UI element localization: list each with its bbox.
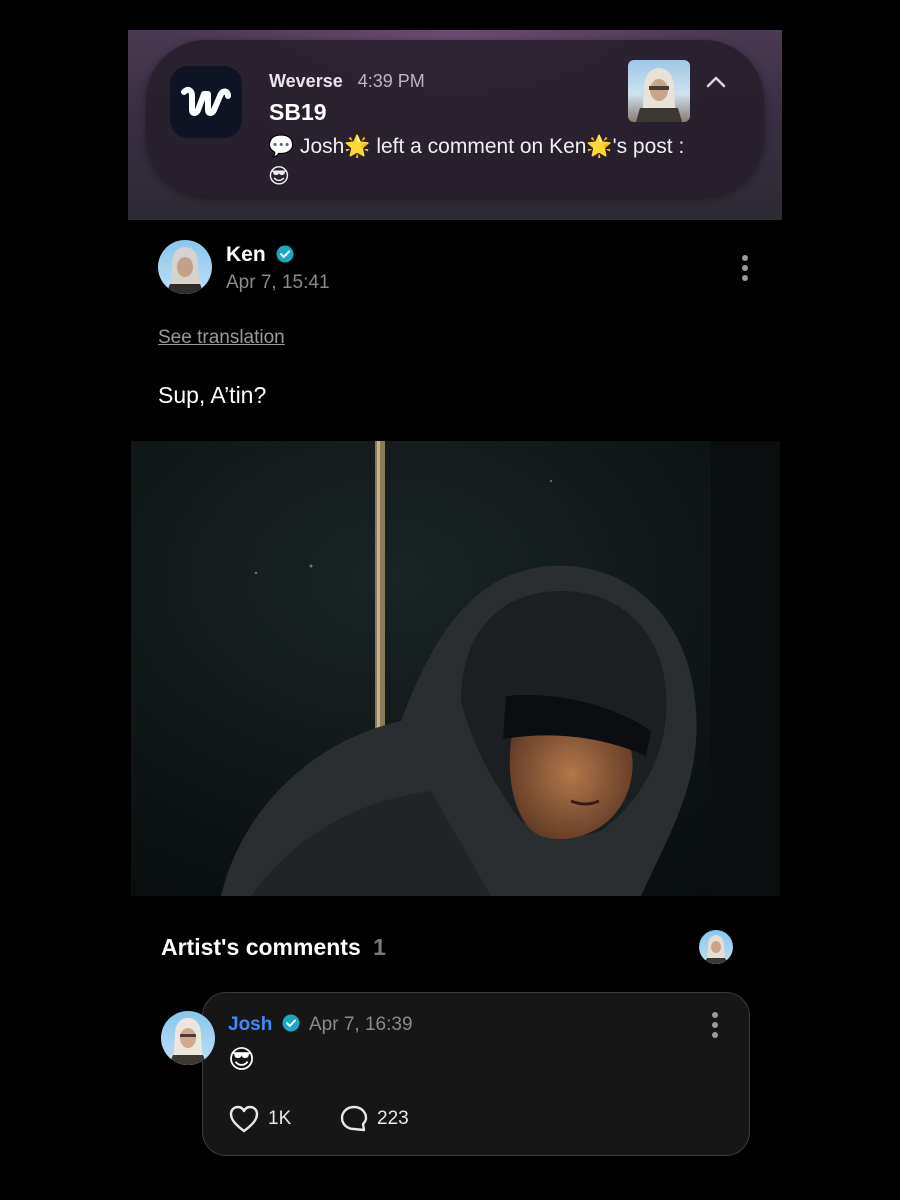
notification-app-name: Weverse [269,71,343,91]
chevron-up-icon[interactable] [702,68,730,96]
post-photo[interactable] [131,441,780,896]
notification-title: SB19 [269,99,327,125]
post-author[interactable]: Ken [226,243,294,267]
comment-more-icon[interactable] [703,1007,727,1043]
notification-meta: Weverse 4:39 PM [269,71,425,92]
post-text: Sup, A’tin? [158,382,267,408]
post-author-name[interactable]: Ken [226,243,266,266]
artist-comments-avatar[interactable] [699,930,733,964]
weverse-logo-icon [181,86,231,116]
post-more-icon[interactable] [733,250,757,286]
notification-card[interactable]: Weverse 4:39 PM SB19 💬 Josh🌟 left a comm… [146,40,764,196]
ken-avatar[interactable] [158,240,212,294]
like-count: 1K [268,1108,292,1129]
comment-date: Apr 7, 16:39 [309,1014,413,1035]
artist-comments-heading: Artist's comments 1 [161,934,386,961]
notification-time: 4:39 PM [357,71,425,91]
post-date: Apr 7, 15:41 [226,272,330,293]
comment-text: 😎 [228,1044,256,1074]
notification-body-line: 💬 Josh🌟 left a comment on Ken🌟's post : [268,135,685,158]
see-translation-link[interactable]: See translation [158,327,285,349]
josh-avatar[interactable] [161,1011,215,1065]
heart-icon [229,1105,259,1133]
artist-comments-title: Artist's comments [161,934,361,960]
notification-body-emoji: 😎 [268,165,290,188]
reply-button[interactable]: 223 [339,1102,409,1136]
notification-body: 💬 Josh🌟 left a comment on Ken🌟's post : … [268,132,728,192]
reply-count: 223 [377,1108,409,1129]
notification-thumbnail [628,60,690,122]
like-button[interactable]: 1K [228,1102,291,1136]
verified-badge-icon [282,1014,300,1032]
weverse-app-icon [170,66,242,138]
comment-author[interactable]: Josh [228,1014,300,1036]
comment-author-name[interactable]: Josh [228,1014,272,1035]
artist-comments-count: 1 [373,934,386,960]
verified-badge-icon [276,245,294,263]
notification-panel: Weverse 4:39 PM SB19 💬 Josh🌟 left a comm… [128,30,782,220]
comment-bubble-icon [340,1105,368,1132]
